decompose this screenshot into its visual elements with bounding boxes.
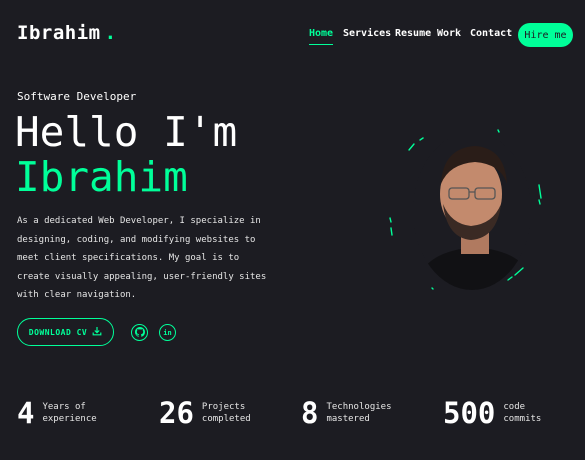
- role-subtitle: Software Developer: [17, 90, 137, 103]
- profile-photo-area: [388, 128, 548, 298]
- nav-work[interactable]: Work: [437, 28, 461, 39]
- stat-label: Years of experience: [42, 402, 97, 424]
- nav-services[interactable]: Services: [343, 28, 391, 39]
- download-icon: [92, 326, 102, 338]
- hire-me-button[interactable]: Hire me: [518, 23, 573, 47]
- download-cv-button[interactable]: DOWNLOAD CV: [17, 318, 114, 346]
- linkedin-icon: in: [163, 328, 172, 337]
- download-cv-label: DOWNLOAD CV: [28, 327, 88, 337]
- stat-technologies: 8 Technologies mastered: [301, 398, 392, 428]
- hero-description: As a dedicated Web Developer, I speciali…: [17, 216, 267, 300]
- stat-years: 4 Years of experience: [17, 398, 97, 428]
- nav-resume[interactable]: Resume: [395, 28, 431, 39]
- nav-home[interactable]: Home: [309, 28, 334, 45]
- nav-contact[interactable]: Contact: [470, 28, 512, 39]
- hero-greeting: Hello I'm: [15, 108, 238, 156]
- logo[interactable]: Ibrahim.: [17, 22, 117, 44]
- stat-value: 4: [17, 396, 35, 430]
- logo-text: Ibrahim: [17, 22, 101, 44]
- stat-commits: 500 code commits: [443, 398, 541, 428]
- stat-label: Technologies mastered: [326, 402, 392, 424]
- profile-photo: [413, 132, 531, 290]
- stat-label: code commits: [503, 402, 542, 424]
- stat-projects: 26 Projects completed: [159, 398, 251, 428]
- github-link[interactable]: [131, 324, 148, 341]
- logo-dot: .: [104, 22, 117, 44]
- linkedin-link[interactable]: in: [159, 324, 176, 341]
- stat-label: Projects completed: [201, 402, 251, 424]
- github-icon: [134, 326, 145, 339]
- stat-value: 8: [301, 396, 319, 430]
- stat-value: 500: [443, 396, 496, 430]
- hero-name: Ibrahim: [15, 153, 188, 201]
- stat-value: 26: [159, 396, 194, 430]
